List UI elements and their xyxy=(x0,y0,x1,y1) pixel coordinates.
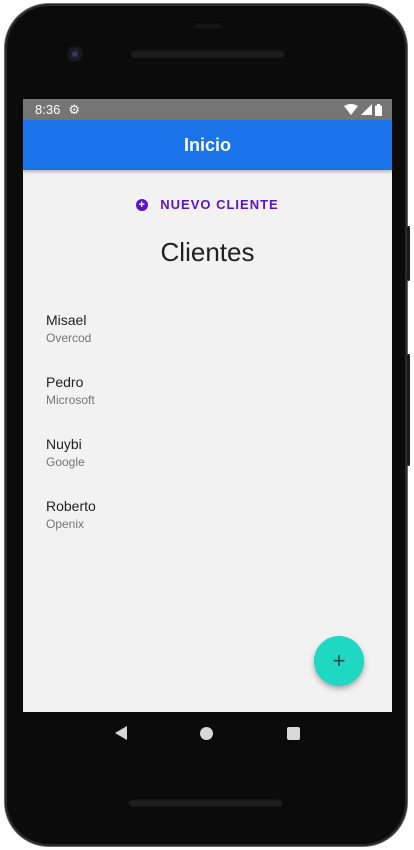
recents-icon[interactable] xyxy=(287,726,301,740)
list-item[interactable]: Pedro Microsoft xyxy=(46,373,392,435)
front-camera xyxy=(68,47,82,61)
list-item[interactable]: Misael Overcod xyxy=(46,311,392,373)
add-fab-button[interactable]: + xyxy=(314,636,364,686)
client-company: Overcod xyxy=(46,331,92,345)
client-company: Microsoft xyxy=(46,393,95,407)
back-icon[interactable] xyxy=(114,726,127,740)
page-title: Clientes xyxy=(160,237,255,267)
home-icon[interactable] xyxy=(200,726,214,740)
list-item[interactable]: Nuybi Google xyxy=(46,435,392,497)
add-circle-icon: + xyxy=(136,198,149,211)
new-client-button[interactable]: + NUEVO CLIENTE xyxy=(23,197,392,212)
nav-bar xyxy=(23,712,392,754)
new-client-label: NUEVO CLIENTE xyxy=(160,197,279,212)
status-icons xyxy=(344,103,382,116)
signal-icon xyxy=(361,104,372,115)
bottom-speaker xyxy=(128,798,283,807)
client-company: Openix xyxy=(46,517,85,531)
app-bar-title: Inicio xyxy=(183,134,231,155)
volume-button xyxy=(407,354,410,466)
plus-icon: + xyxy=(332,648,346,673)
status-bar: 8:36 ⚙ xyxy=(23,99,392,120)
client-company: Google xyxy=(46,455,85,469)
top-speaker xyxy=(130,49,285,58)
wifi-icon xyxy=(344,104,358,115)
list-item[interactable]: Roberto Openix xyxy=(46,497,392,559)
client-name: Nuybi xyxy=(46,436,82,452)
client-list: Misael Overcod Pedro Microsoft Nuybi Goo… xyxy=(46,311,392,559)
status-time: 8:36 xyxy=(35,102,61,117)
screen: 8:36 ⚙ Inicio + NUEVO CLIENTE Clientes M… xyxy=(23,99,392,712)
app-bar: Inicio xyxy=(23,120,392,170)
client-name: Roberto xyxy=(46,498,96,514)
power-button xyxy=(407,226,410,281)
battery-icon xyxy=(375,103,382,116)
earpiece xyxy=(194,22,222,29)
client-name: Pedro xyxy=(46,374,84,390)
gear-icon: ⚙ xyxy=(68,102,80,117)
client-name: Misael xyxy=(46,312,87,328)
